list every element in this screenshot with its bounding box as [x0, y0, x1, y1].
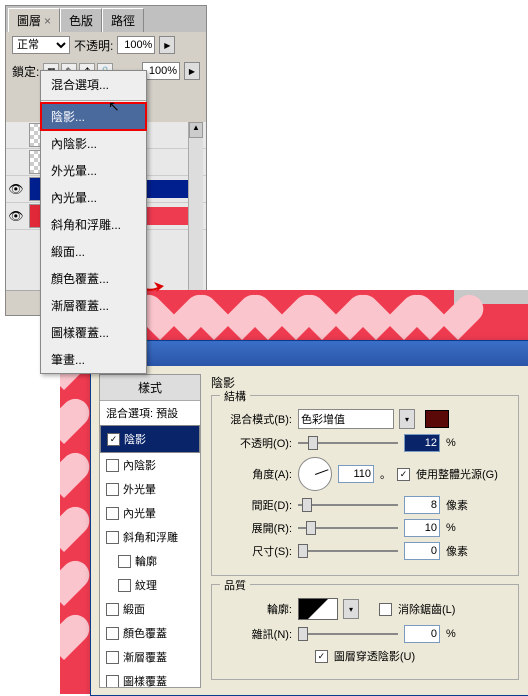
style-contour[interactable]: 輪廓: [100, 549, 200, 573]
checkbox-icon[interactable]: [107, 433, 120, 446]
quality-fieldset: 品質 輪廓: ▾ 消除鋸齒(L) 雜訊(N): % 圖層穿透陰影(U): [211, 584, 519, 680]
size-label: 尺寸(S):: [222, 543, 292, 559]
style-outer-glow[interactable]: 外光暈: [100, 477, 200, 501]
checkbox-icon[interactable]: [106, 507, 119, 520]
global-light-checkbox[interactable]: [397, 468, 410, 481]
px-unit: 像素: [446, 497, 468, 513]
checkbox-icon[interactable]: [106, 651, 119, 664]
spread-input[interactable]: [404, 519, 440, 537]
opacity-label: 不透明:: [74, 37, 113, 54]
structure-fieldset: 結構 混合模式(B): 色彩增值▾ 不透明(O): % 角度(A): 。: [211, 395, 519, 576]
checkbox-icon[interactable]: [118, 579, 131, 592]
menu-inner-shadow[interactable]: 內陰影...: [41, 130, 146, 157]
spread-label: 展開(R):: [222, 520, 292, 536]
structure-label: 結構: [220, 388, 250, 404]
style-list: 樣式 混合選項: 預設 陰影 內陰影 外光暈 內光暈 斜角和浮雕 輪廓 紋理 緞…: [99, 374, 201, 688]
layer-style-dialog: 圖層樣式 樣式 混合選項: 預設 陰影 內陰影 外光暈 內光暈 斜角和浮雕 輪廓…: [90, 340, 528, 696]
tab-channels[interactable]: 色版: [60, 8, 102, 32]
menu-bevel[interactable]: 斜角和浮雕...: [41, 211, 146, 238]
distance-slider[interactable]: [298, 498, 398, 512]
tab-paths[interactable]: 路徑: [102, 8, 144, 32]
menu-drop-shadow[interactable]: 陰影...: [41, 103, 146, 130]
visibility-icon[interactable]: 👁: [6, 182, 26, 196]
blend-mode-combo[interactable]: 色彩增值: [298, 409, 394, 429]
fill-input[interactable]: [142, 62, 180, 80]
menu-pattern-overlay[interactable]: 圖樣覆蓋...: [41, 319, 146, 346]
antialias-label: 消除鋸齒(L): [398, 601, 455, 617]
size-slider[interactable]: [298, 544, 398, 558]
menu-color-overlay[interactable]: 顏色覆蓋...: [41, 265, 146, 292]
style-pattern-overlay[interactable]: 圖樣覆蓋: [100, 669, 200, 688]
settings-pane: 陰影 結構 混合模式(B): 色彩增值▾ 不透明(O): % 角度(A):: [201, 366, 528, 696]
distance-input[interactable]: [404, 496, 440, 514]
noise-input[interactable]: [404, 625, 440, 643]
dialog-title: 圖層樣式: [91, 341, 528, 366]
distance-label: 間距(D):: [222, 497, 292, 513]
checkbox-icon[interactable]: [106, 483, 119, 496]
style-texture[interactable]: 紋理: [100, 573, 200, 597]
style-drop-shadow[interactable]: 陰影: [100, 425, 200, 453]
section-title: 陰影: [211, 374, 519, 391]
blend-mode-select[interactable]: 正常: [12, 36, 70, 54]
percent-unit: %: [446, 437, 456, 449]
checkbox-icon[interactable]: [106, 675, 119, 688]
shadow-color-swatch[interactable]: [425, 410, 449, 428]
visibility-icon[interactable]: 👁: [6, 209, 26, 223]
menu-satin[interactable]: 緞面...: [41, 238, 146, 265]
lock-label: 鎖定:: [12, 63, 39, 80]
opacity-input[interactable]: [117, 36, 155, 54]
opacity-label: 不透明(O):: [222, 435, 292, 451]
knockout-label: 圖層穿透陰影(U): [334, 648, 415, 664]
percent-unit: %: [446, 522, 456, 534]
percent-unit: %: [446, 628, 456, 640]
checkbox-icon[interactable]: [106, 531, 119, 544]
chevron-right-icon[interactable]: ▶: [184, 62, 200, 80]
contour-preview[interactable]: [298, 598, 338, 620]
opacity-input[interactable]: [404, 434, 440, 452]
noise-label: 雜訊(N):: [222, 626, 292, 642]
style-color-overlay[interactable]: 顏色覆蓋: [100, 621, 200, 645]
px-unit: 像素: [446, 543, 468, 559]
blend-mode-label: 混合模式(B):: [222, 411, 292, 427]
chevron-down-icon[interactable]: ▾: [399, 409, 415, 429]
style-bevel[interactable]: 斜角和浮雕: [100, 525, 200, 549]
style-inner-shadow[interactable]: 內陰影: [100, 453, 200, 477]
global-light-label: 使用整體光源(G): [416, 466, 498, 482]
tab-layers[interactable]: 圖層×: [8, 8, 60, 32]
style-satin[interactable]: 緞面: [100, 597, 200, 621]
noise-slider[interactable]: [298, 627, 398, 641]
checkbox-icon[interactable]: [106, 459, 119, 472]
menu-inner-glow[interactable]: 內光暈...: [41, 184, 146, 211]
quality-label: 品質: [220, 577, 250, 593]
style-inner-glow[interactable]: 內光暈: [100, 501, 200, 525]
checkbox-icon[interactable]: [106, 603, 119, 616]
checkbox-icon[interactable]: [106, 627, 119, 640]
angle-label: 角度(A):: [222, 466, 292, 482]
scrollbar[interactable]: ▲: [188, 122, 203, 290]
menu-gradient-overlay[interactable]: 漸層覆蓋...: [41, 292, 146, 319]
style-blend-options[interactable]: 混合選項: 預設: [100, 401, 200, 425]
menu-blend-options[interactable]: 混合選項...: [41, 71, 146, 98]
size-input[interactable]: [404, 542, 440, 560]
close-icon[interactable]: ×: [44, 14, 51, 28]
contour-label: 輪廓:: [222, 601, 292, 617]
opacity-slider[interactable]: [298, 436, 398, 450]
menu-outer-glow[interactable]: 外光暈...: [41, 157, 146, 184]
styles-header: 樣式: [100, 375, 200, 401]
fx-context-menu: 混合選項... 陰影... 內陰影... 外光暈... 內光暈... 斜角和浮雕…: [40, 70, 147, 374]
angle-input[interactable]: [338, 465, 374, 483]
panel-tabs: 圖層× 色版 路徑: [6, 6, 206, 32]
knockout-checkbox[interactable]: [315, 650, 328, 663]
chevron-right-icon[interactable]: ▶: [159, 36, 175, 54]
checkbox-icon[interactable]: [118, 555, 131, 568]
spread-slider[interactable]: [298, 521, 398, 535]
style-gradient-overlay[interactable]: 漸層覆蓋: [100, 645, 200, 669]
degree-unit: 。: [380, 466, 391, 482]
menu-stroke[interactable]: 筆畫...: [41, 346, 146, 373]
angle-dial[interactable]: [298, 457, 332, 491]
chevron-down-icon[interactable]: ▾: [343, 599, 359, 619]
antialias-checkbox[interactable]: [379, 603, 392, 616]
